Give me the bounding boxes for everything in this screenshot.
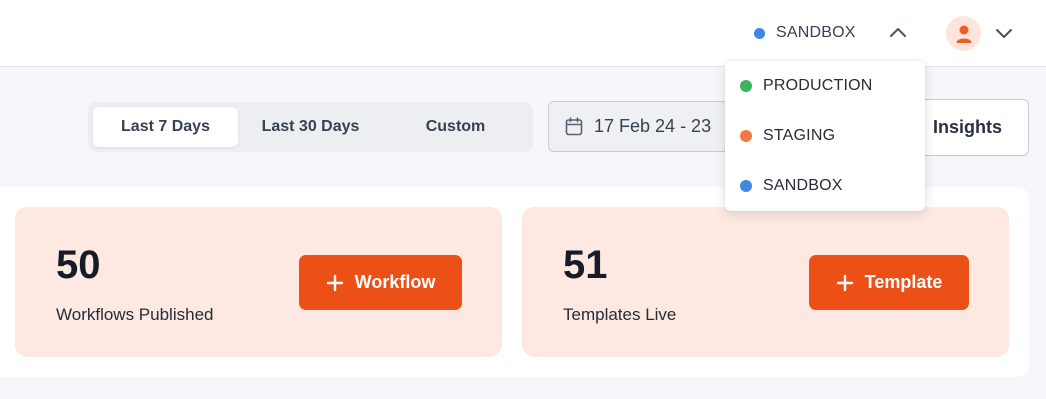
status-dot [740, 130, 752, 142]
add-template-button[interactable]: Template [809, 255, 969, 310]
environment-selector[interactable]: SANDBOX [754, 18, 856, 48]
status-dot [740, 80, 752, 92]
workflows-label: Workflows Published [56, 305, 214, 324]
top-bar: SANDBOX [0, 0, 1046, 67]
environment-option-label: SANDBOX [763, 177, 843, 194]
environment-option-label: PRODUCTION [763, 77, 873, 94]
plus-icon [836, 274, 853, 291]
environment-option-label: STAGING [763, 127, 836, 144]
add-workflow-button[interactable]: Workflow [299, 255, 462, 310]
environment-option-staging[interactable]: STAGING [725, 116, 925, 156]
add-template-label: Template [864, 272, 943, 292]
environment-option-production[interactable]: PRODUCTION [725, 66, 925, 106]
tab-last-7-days[interactable]: Last 7 Days [93, 107, 238, 147]
tab-custom[interactable]: Custom [383, 107, 528, 147]
user-icon [956, 25, 971, 43]
calendar-icon [565, 117, 583, 136]
environment-status-dot [754, 27, 765, 39]
date-range-tabs: Last 7 Days Last 30 Days Custom [88, 102, 533, 152]
status-dot [740, 180, 752, 192]
insights-button[interactable]: Insights [910, 99, 1029, 156]
environment-option-sandbox[interactable]: SANDBOX [725, 166, 925, 206]
templates-label: Templates Live [563, 305, 677, 324]
avatar[interactable] [946, 16, 981, 51]
templates-card: 51 Templates Live Template [522, 207, 1009, 357]
date-range-text: 17 Feb 24 - 23 [594, 116, 712, 136]
plus-icon [326, 274, 343, 291]
workflows-count: 50 [56, 243, 101, 287]
environment-label: SANDBOX [776, 24, 856, 41]
date-range-picker[interactable]: 17 Feb 24 - 23 [548, 101, 748, 152]
workflows-card: 50 Workflows Published Workflow [15, 207, 502, 357]
chevron-down-icon[interactable] [994, 25, 1014, 41]
tab-last-30-days[interactable]: Last 30 Days [238, 107, 383, 147]
add-workflow-label: Workflow [354, 272, 436, 292]
chevron-up-icon[interactable] [888, 24, 908, 40]
environment-dropdown: PRODUCTION STAGING SANDBOX [725, 61, 925, 211]
templates-count: 51 [563, 243, 608, 287]
